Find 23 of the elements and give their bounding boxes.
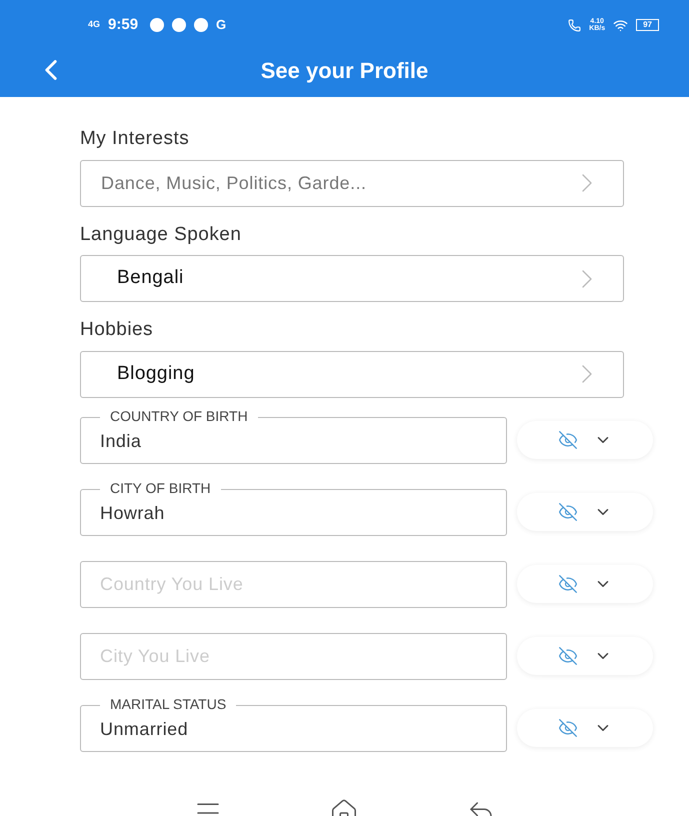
section-label: Hobbies [80,318,154,342]
selector-field[interactable]: Bengali [80,255,624,302]
notification-letter: G [216,16,226,34]
eye-off-icon [558,646,578,666]
visibility-dropdown[interactable] [517,493,653,531]
eye-off-icon [558,502,578,522]
battery-label: 97 [636,19,659,31]
visibility-dropdown[interactable] [517,421,653,459]
section-label: Language Spoken [80,222,242,246]
eye-off-icon [558,574,578,594]
call-icon [568,18,582,32]
visibility-dropdown[interactable] [517,637,653,675]
selector-field[interactable]: Dance, Music, Politics, Garde... [80,160,624,206]
visibility-dropdown[interactable] [517,709,653,747]
network-label: 4G [88,18,100,32]
visibility-dropdown[interactable] [517,565,653,603]
section-label: My Interests [80,127,190,151]
selector-field[interactable]: Blogging [80,350,624,398]
wifi-icon [613,18,628,32]
time-label: 9:59 [108,14,138,35]
eye-off-icon [558,718,578,738]
page-title: See your Profile [260,56,428,85]
eye-off-icon [558,430,578,450]
